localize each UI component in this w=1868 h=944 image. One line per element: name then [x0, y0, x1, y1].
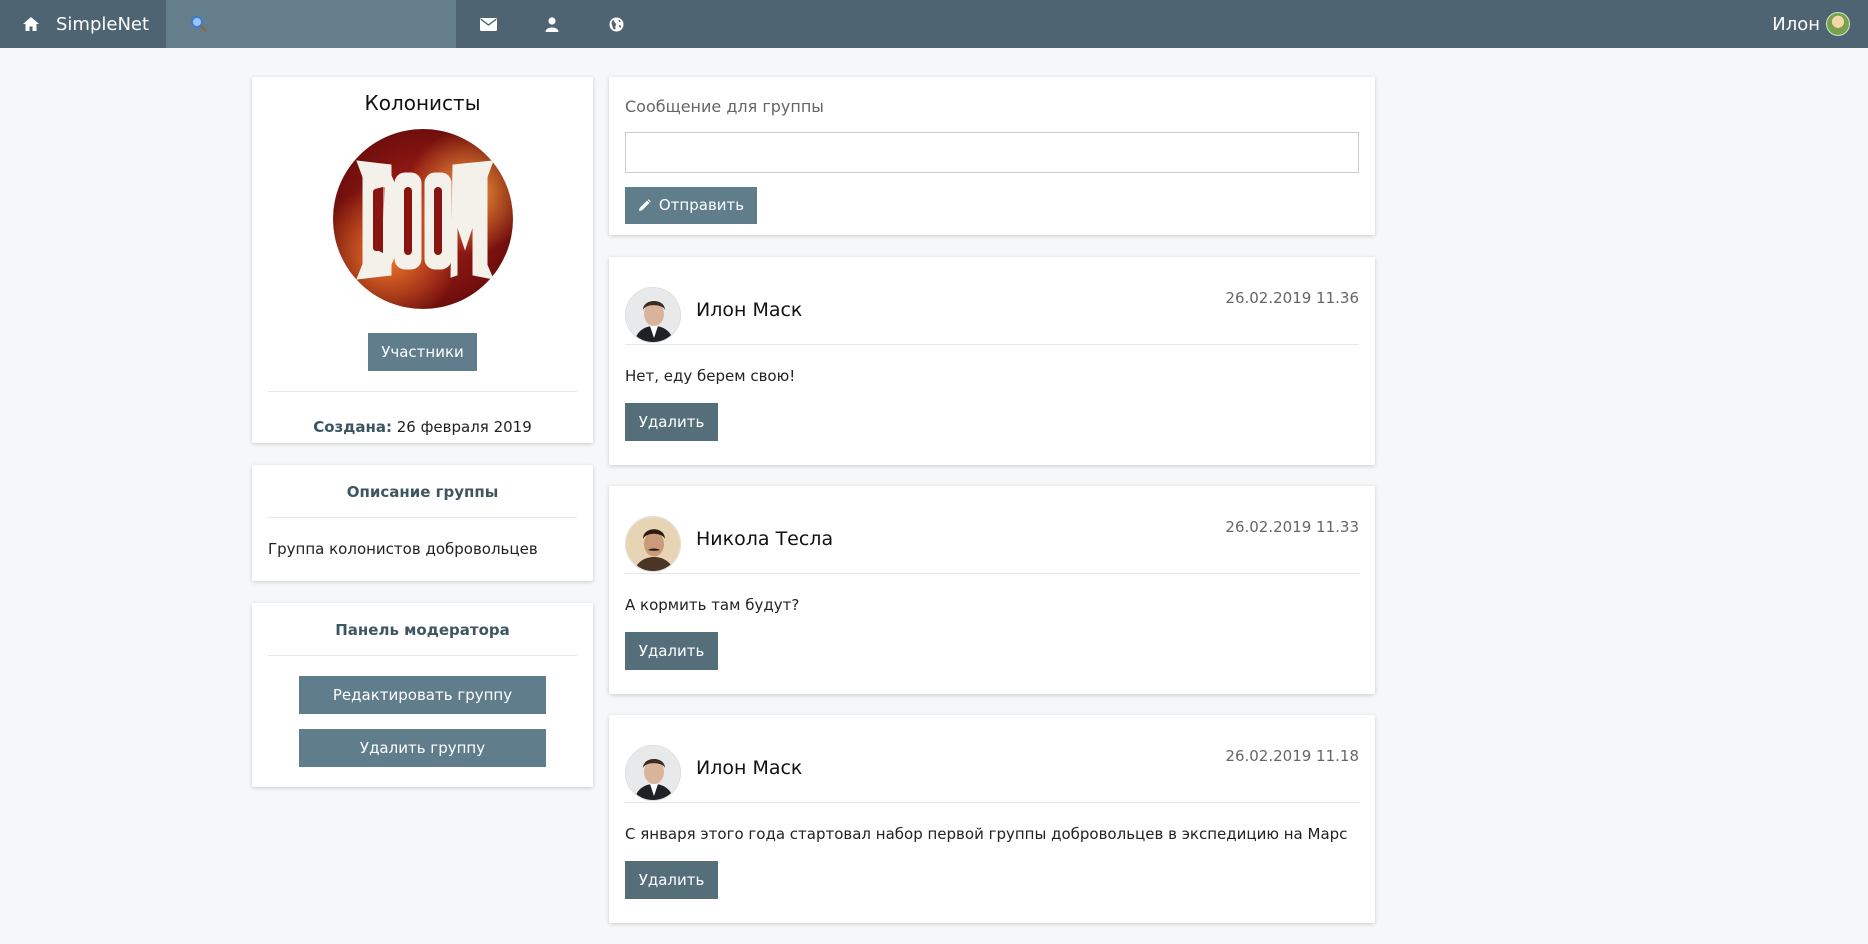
post-text: С января этого года стартовал набор перв…: [625, 825, 1348, 843]
post-author[interactable]: Никола Тесла: [696, 528, 833, 550]
post-card: Илон Маск 26.02.2019 11.36 Нет, еду бере…: [609, 257, 1375, 465]
description-text: Группа колонистов добровольцев: [268, 540, 538, 558]
profile-nav-button[interactable]: [520, 0, 584, 48]
group-title: Колонисты: [364, 91, 481, 115]
post-text: А кормить там будут?: [625, 596, 800, 614]
compose-card: Сообщение для группы Отправить: [609, 77, 1375, 235]
created-value: 26 февраля 2019: [396, 418, 532, 436]
divider: [268, 655, 577, 656]
author-avatar[interactable]: [625, 287, 681, 343]
created-label: Создана:: [313, 418, 392, 436]
post-text: Нет, еду берем свою!: [625, 367, 796, 385]
moderator-heading: Панель модератора: [335, 621, 510, 639]
globe-icon: [609, 17, 623, 31]
description-heading: Описание группы: [346, 483, 499, 501]
messages-nav-button[interactable]: [456, 0, 520, 48]
divider: [268, 391, 577, 392]
send-button[interactable]: Отправить: [625, 187, 757, 224]
delete-post-button[interactable]: Удалить: [625, 632, 718, 670]
group-description-card: Описание группы Группа колонистов добров…: [252, 465, 593, 581]
delete-group-button[interactable]: Удалить группу: [299, 729, 546, 767]
group-info-card: Колонисты Участники Создана: 26 февраля …: [252, 77, 593, 443]
elon-portrait: [626, 288, 680, 342]
search-input[interactable]: [216, 14, 446, 34]
delete-post-button[interactable]: Удалить: [625, 861, 718, 899]
pencil-icon: [638, 199, 651, 211]
search-bar[interactable]: [166, 0, 456, 48]
message-input[interactable]: [625, 132, 1359, 173]
members-button[interactable]: Участники: [368, 333, 477, 371]
brand-link[interactable]: SimpleNet: [0, 0, 166, 48]
group-created: Создана: 26 февраля 2019: [252, 418, 593, 436]
user-icon: [545, 16, 559, 32]
post-author[interactable]: Илон Маск: [696, 757, 802, 779]
moderator-panel-card: Панель модератора Редактировать группу У…: [252, 603, 593, 787]
search-icon: [191, 16, 207, 32]
elon-portrait: [626, 746, 680, 800]
post-date: 26.02.2019 11.33: [1225, 518, 1359, 536]
groups-nav-button[interactable]: [584, 0, 648, 48]
post-date: 26.02.2019 11.18: [1225, 747, 1359, 765]
home-icon: [23, 17, 39, 31]
current-user-menu[interactable]: Илон: [1772, 0, 1850, 48]
author-avatar[interactable]: [625, 516, 681, 572]
envelope-icon: [479, 17, 497, 31]
send-label: Отправить: [658, 196, 745, 214]
post-date: 26.02.2019 11.36: [1225, 289, 1359, 307]
group-avatar: [332, 129, 513, 309]
post-card: Никола Тесла 26.02.2019 11.33 А кормить …: [609, 486, 1375, 694]
edit-group-button[interactable]: Редактировать группу: [299, 676, 546, 714]
brand-name: SimpleNet: [56, 13, 150, 35]
post-card: Илон Маск 26.02.2019 11.18 С января этог…: [609, 715, 1375, 923]
post-author[interactable]: Илон Маск: [696, 299, 802, 321]
top-navbar: SimpleNet Илон: [0, 0, 1868, 48]
tesla-portrait: [626, 517, 680, 571]
compose-label: Сообщение для группы: [625, 97, 824, 116]
current-user-avatar: [1826, 12, 1850, 36]
delete-post-button[interactable]: Удалить: [625, 403, 718, 441]
current-user-name: Илон: [1772, 13, 1820, 35]
author-avatar[interactable]: [625, 745, 681, 801]
doom-logo: [355, 160, 494, 280]
